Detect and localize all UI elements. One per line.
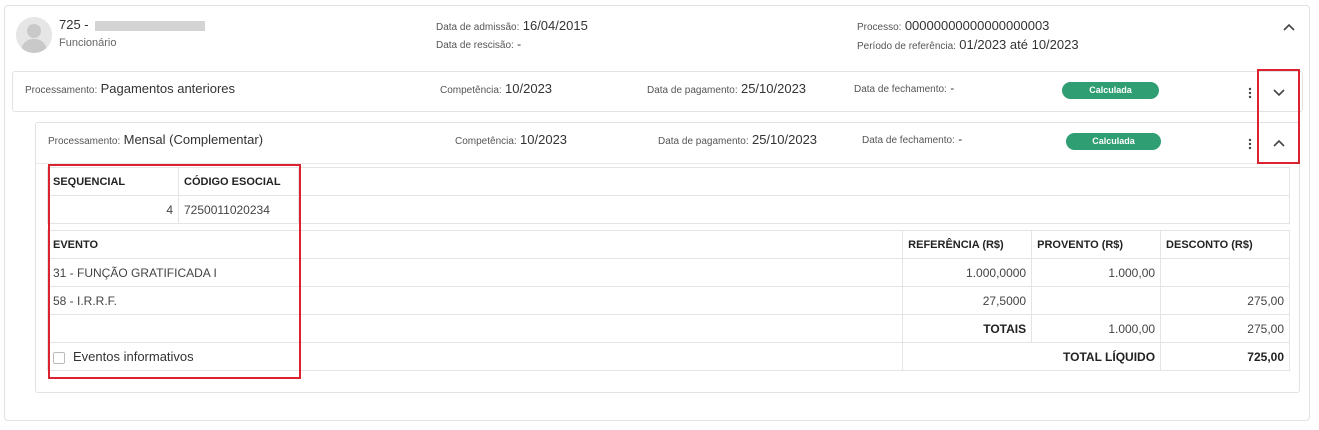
empty-cell <box>298 195 1290 224</box>
eventos-informativos-checkbox[interactable]: Eventos informativos <box>46 342 904 371</box>
totais-label: TOTAIS <box>902 314 1033 343</box>
proc1-processamento: Processamento: Pagamentos anteriores <box>25 81 235 96</box>
proc2-pagamento-label: Data de pagamento: <box>658 136 749 147</box>
redacted-name <box>94 20 205 31</box>
proc2-competencia-value: 10/2023 <box>520 132 568 147</box>
employee-id: 725 - <box>59 17 205 32</box>
chevron-up-icon[interactable] <box>1271 136 1287 152</box>
proc2-pagamento: Data de pagamento: 25/10/2023 <box>658 132 817 147</box>
table-header-row: SEQUENCIAL CÓDIGO ESOCIAL <box>47 167 1290 196</box>
checkbox-icon[interactable] <box>53 351 65 364</box>
cell-desconto <box>1160 258 1290 287</box>
cell-evento: 31 - FUNÇÃO GRATIFICADA I <box>46 258 904 287</box>
total-liquido-value: 725,00 <box>1160 342 1290 371</box>
rescisao-value: - <box>517 37 522 51</box>
employee-card: 725 - Funcionário Data de admissão: 16/0… <box>4 5 1310 421</box>
proc1-processamento-label: Processamento: <box>25 85 98 96</box>
proc1-processamento-value: Pagamentos anteriores <box>100 81 236 96</box>
processo-value: 00000000000000000003 <box>904 18 1050 33</box>
status-badge: Calculada <box>1062 82 1159 99</box>
table-row: 58 - I.R.R.F. 27,5000 275,00 <box>46 286 1290 315</box>
proc2-competencia-label: Competência: <box>455 136 517 147</box>
periodo-value: 01/2023 até 10/2023 <box>959 37 1079 52</box>
events-table: EVENTO REFERÊNCIA (R$) PROVENTO (R$) DES… <box>46 230 1290 371</box>
proc1-pagamento-value: 25/10/2023 <box>740 81 807 96</box>
processing-card-pagamentos-anteriores[interactable]: Processamento: Pagamentos anteriores Com… <box>12 71 1303 112</box>
vertical-dots-icon[interactable] <box>1248 137 1252 151</box>
empty-cell <box>46 314 904 343</box>
employee-id-text: 725 - <box>59 17 89 32</box>
admissao-value: 16/04/2015 <box>522 18 588 33</box>
proc1-competencia-label: Competência: <box>440 85 502 96</box>
proc1-fechamento: Data de fechamento: - <box>854 81 954 95</box>
rescisao-field: Data de rescisão: - <box>436 37 521 51</box>
cell-evento: 58 - I.R.R.F. <box>46 286 904 315</box>
employee-role: Funcionário <box>59 37 117 49</box>
admissao-label: Data de admissão: <box>436 22 520 33</box>
proc2-processamento-value: Mensal (Complementar) <box>123 132 264 147</box>
totais-provento: 1.000,00 <box>1031 314 1162 343</box>
col-sequencial: SEQUENCIAL <box>47 167 179 196</box>
totais-row: TOTAIS 1.000,00 275,00 <box>46 314 1290 343</box>
cell-referencia: 27,5000 <box>902 286 1033 315</box>
sequencial-table: SEQUENCIAL CÓDIGO ESOCIAL 4 725001102023… <box>47 167 1290 224</box>
admissao-field: Data de admissão: 16/04/2015 <box>436 18 588 33</box>
user-avatar-icon <box>16 17 52 53</box>
empty-cell <box>298 167 1290 196</box>
proc1-fechamento-value: - <box>950 81 955 95</box>
vertical-dots-icon[interactable] <box>1248 86 1252 100</box>
cell-desconto: 275,00 <box>1160 286 1290 315</box>
cell-sequencial: 4 <box>47 195 179 224</box>
proc1-competencia-value: 10/2023 <box>505 81 553 96</box>
proc1-competencia: Competência: 10/2023 <box>440 81 552 96</box>
periodo-label: Período de referência: <box>857 41 956 52</box>
table-row: 31 - FUNÇÃO GRATIFICADA I 1.000,0000 1.0… <box>46 258 1290 287</box>
cell-referencia: 1.000,0000 <box>902 258 1033 287</box>
proc2-fechamento-label: Data de fechamento: <box>862 135 955 146</box>
total-liquido-label: TOTAL LÍQUIDO <box>902 342 1162 371</box>
col-codigo-esocial: CÓDIGO ESOCIAL <box>178 167 299 196</box>
processo-label: Processo: <box>857 22 902 33</box>
col-evento: EVENTO <box>46 230 904 259</box>
proc2-fechamento: Data de fechamento: - <box>862 132 962 146</box>
cell-provento <box>1031 286 1162 315</box>
proc2-processamento-label: Processamento: <box>48 136 121 147</box>
periodo-field: Período de referência: 01/2023 até 10/20… <box>857 37 1079 52</box>
table-header-row: EVENTO REFERÊNCIA (R$) PROVENTO (R$) DES… <box>46 230 1290 259</box>
status-badge: Calculada <box>1066 133 1161 150</box>
total-liquido-row: Eventos informativos TOTAL LÍQUIDO 725,0… <box>46 342 1290 371</box>
proc2-fechamento-value: - <box>958 132 963 146</box>
proc1-pagamento-label: Data de pagamento: <box>647 85 738 96</box>
eventos-informativos-label: Eventos informativos <box>73 349 194 364</box>
cell-codigo-esocial: 7250011020234 <box>178 195 299 224</box>
cell-provento: 1.000,00 <box>1031 258 1162 287</box>
col-desconto: DESCONTO (R$) <box>1160 230 1290 259</box>
proc2-competencia: Competência: 10/2023 <box>455 132 567 147</box>
processo-field: Processo: 00000000000000000003 <box>857 18 1049 33</box>
card-divider <box>36 163 1299 164</box>
proc2-processamento: Processamento: Mensal (Complementar) <box>48 132 263 147</box>
table-row: 4 7250011020234 <box>47 195 1290 224</box>
chevron-up-icon[interactable] <box>1281 20 1297 36</box>
proc2-pagamento-value: 25/10/2023 <box>751 132 818 147</box>
proc1-pagamento: Data de pagamento: 25/10/2023 <box>647 81 806 96</box>
processing-card-mensal-complementar: Processamento: Mensal (Complementar) Com… <box>35 122 1300 393</box>
totais-desconto: 275,00 <box>1160 314 1290 343</box>
proc1-fechamento-label: Data de fechamento: <box>854 84 947 95</box>
col-referencia: REFERÊNCIA (R$) <box>902 230 1033 259</box>
col-provento: PROVENTO (R$) <box>1031 230 1162 259</box>
chevron-down-icon[interactable] <box>1271 84 1287 100</box>
employee-header[interactable]: 725 - Funcionário Data de admissão: 16/0… <box>5 6 1309 66</box>
rescisao-label: Data de rescisão: <box>436 40 514 51</box>
